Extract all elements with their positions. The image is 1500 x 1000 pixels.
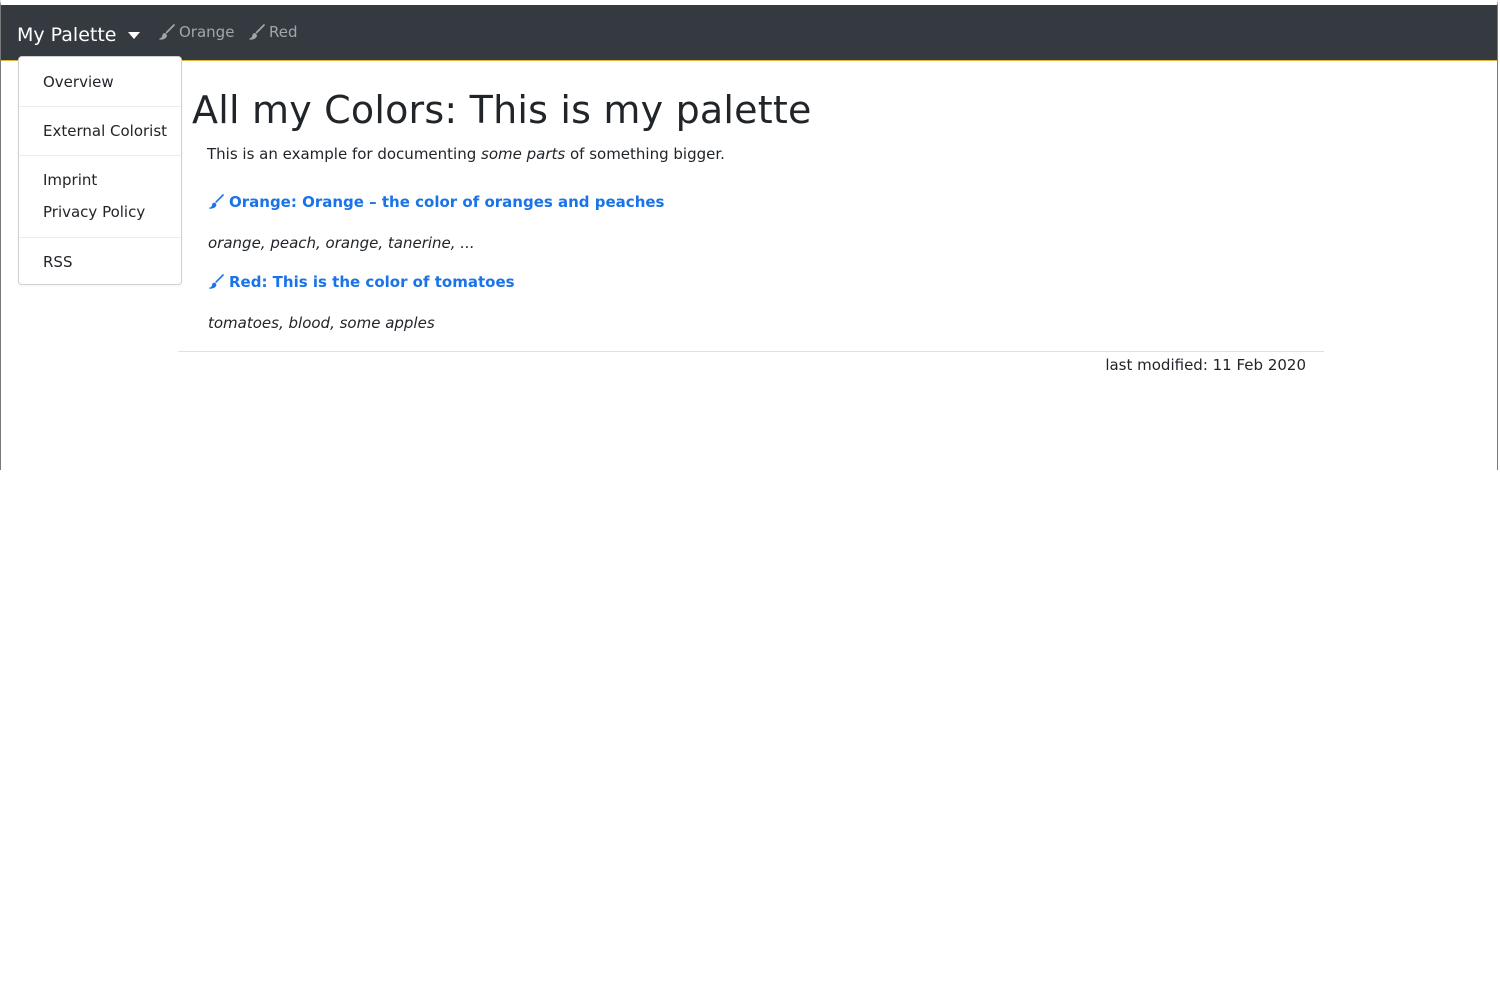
nav-link-red[interactable]: Red <box>248 23 298 41</box>
brand-dropdown-toggle[interactable]: My Palette <box>17 21 141 49</box>
dropdown-item-rss[interactable]: RSS <box>43 253 72 271</box>
color-link-orange[interactable]: Orange: Orange – the color of oranges an… <box>208 193 664 211</box>
paintbrush-icon <box>209 274 224 289</box>
brand-dropdown-menu: Overview External Colorist Imprint Priva… <box>18 56 182 285</box>
dropdown-divider <box>19 237 181 238</box>
intro-text: This is an example for documenting some … <box>207 145 725 163</box>
intro-text-end: of something bigger. <box>565 145 725 163</box>
intro-text-emphasis: some parts <box>481 145 566 163</box>
brand-label: My Palette <box>17 24 117 46</box>
page-title: All my Colors: This is my palette <box>192 88 812 132</box>
color-description-red: tomatoes, blood, some apples <box>208 314 435 332</box>
paintbrush-icon <box>209 194 224 209</box>
caret-down-icon <box>128 31 141 39</box>
color-link-red[interactable]: Red: This is the color of tomatoes <box>208 273 515 291</box>
last-modified-text: last modified: 11 Feb 2020 <box>1105 356 1306 374</box>
top-navbar: My Palette Orange Red <box>1 5 1497 61</box>
nav-link-orange[interactable]: Orange <box>158 23 234 41</box>
dropdown-divider <box>19 155 181 156</box>
color-description-orange: orange, peach, orange, tanerine, ... <box>208 234 475 252</box>
dropdown-item-privacy-policy[interactable]: Privacy Policy <box>43 203 145 221</box>
color-link-orange-label: Orange: Orange – the color of oranges an… <box>229 193 665 211</box>
nav-link-red-label: Red <box>269 23 298 41</box>
color-link-red-label: Red: This is the color of tomatoes <box>229 273 515 291</box>
footer-divider <box>178 351 1324 352</box>
dropdown-item-overview[interactable]: Overview <box>43 73 114 91</box>
intro-text-start: This is an example for documenting <box>207 145 482 163</box>
dropdown-item-imprint[interactable]: Imprint <box>43 171 97 189</box>
paintbrush-icon <box>249 23 265 40</box>
nav-link-orange-label: Orange <box>179 23 235 41</box>
dropdown-item-external-colorist[interactable]: External Colorist <box>43 122 167 140</box>
browser-viewport: My Palette Orange Red Overview External … <box>0 0 1498 470</box>
paintbrush-icon <box>159 23 175 40</box>
dropdown-divider <box>19 106 181 107</box>
